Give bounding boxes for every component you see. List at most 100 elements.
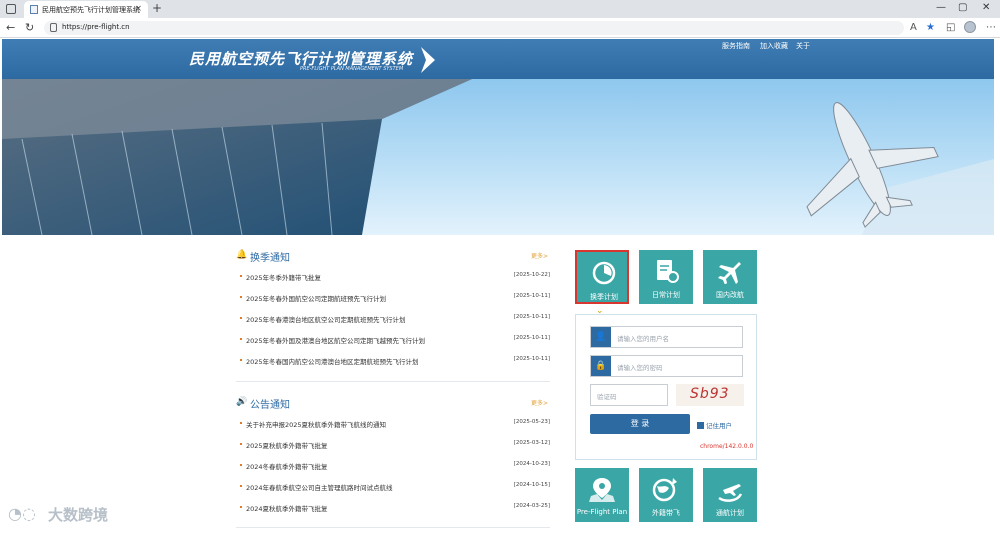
browser-version: chrome/142.0.0.0 xyxy=(700,443,754,450)
general-aviation-tile[interactable]: 通航计划 xyxy=(703,468,757,522)
new-tab-button[interactable]: + xyxy=(152,1,162,15)
lock-icon[interactable] xyxy=(50,23,57,32)
favorite-star-icon[interactable]: ★ xyxy=(926,22,935,33)
link-add-favorite[interactable]: 加入收藏 xyxy=(760,41,788,51)
list-item-date: [2025-10-11] xyxy=(513,335,550,341)
list-item-date: [2025-10-11] xyxy=(513,293,550,299)
extensions-icon[interactable]: ◱ xyxy=(946,22,955,33)
divider xyxy=(236,381,550,382)
back-icon[interactable]: ← xyxy=(6,21,15,34)
chevron-right-icon xyxy=(421,47,435,73)
captcha-image[interactable]: Sb93 xyxy=(676,384,744,406)
checkbox-icon[interactable] xyxy=(697,422,704,429)
list-item-date: [2025-10-11] xyxy=(513,356,550,362)
banner-image xyxy=(2,79,994,235)
tile-label: 日常计划 xyxy=(652,291,680,299)
link-about[interactable]: 关于 xyxy=(796,41,810,51)
tile-label: 换季计划 xyxy=(590,293,618,301)
list-item[interactable]: 关于补充申报2025夏秋航季外籍带飞航线的通知 [2025-05-23] xyxy=(240,417,550,429)
refresh-icon[interactable]: ↻ xyxy=(25,21,34,34)
list-item[interactable]: 2024夏秋航季外籍带飞批复 [2024-03-25] xyxy=(240,501,550,513)
watermark-text: 大数跨境 xyxy=(48,506,109,524)
list-item-title[interactable]: 2025年冬春港澳台地区航空公司定期航班预先飞行计划 xyxy=(246,314,406,324)
list-item[interactable]: 2024冬春航季外籍带飞批复 [2024-10-23] xyxy=(240,459,550,471)
bullet-icon xyxy=(240,296,242,298)
announcement-title: 公告通知 xyxy=(250,400,290,411)
close-window-icon[interactable]: ✕ xyxy=(982,2,990,13)
list-item-title[interactable]: 2025年冬春国内航空公司港澳台地区定期航班预先飞行计划 xyxy=(246,356,419,366)
bullet-icon xyxy=(240,506,242,508)
url-text: https://pre-flight.cn xyxy=(62,23,130,31)
bell-icon: 🔔 xyxy=(236,250,248,260)
site-subtitle: PRE-FLIGHT PLAN MANAGEMENT SYSTEM xyxy=(300,66,404,72)
minimize-icon[interactable]: — xyxy=(936,2,946,13)
bullet-icon xyxy=(240,464,242,466)
tile-label: 通航计划 xyxy=(716,509,744,517)
globe-plane-icon xyxy=(652,478,677,502)
list-item[interactable]: 2025年冬春国内航空公司港澳台地区定期航班预先飞行计划 [2025-10-11] xyxy=(240,354,550,366)
list-item-date: [2024-03-25] xyxy=(513,503,550,509)
list-item-title[interactable]: 2025年冬春外国航空公司定期航班预先飞行计划 xyxy=(246,293,386,303)
browser-tab[interactable]: 民用航空预先飞行计划管理系统 × xyxy=(24,1,148,18)
list-item-title[interactable]: 2024年春航季航空公司自主管理航路时间试点航线 xyxy=(246,482,393,492)
lock-icon: 🔒 xyxy=(591,356,611,376)
list-item[interactable]: 2025年冬春港澳台地区航空公司定期航班预先飞行计划 [2025-10-11] xyxy=(240,312,550,324)
window-menu-icon[interactable] xyxy=(6,4,16,14)
airplane-icon xyxy=(718,262,741,284)
announcement-more-link[interactable]: 更多> xyxy=(531,398,548,407)
bullet-icon xyxy=(240,359,242,361)
list-item-title[interactable]: 2024夏秋航季外籍带飞批复 xyxy=(246,503,328,513)
list-item-title[interactable]: 2025年冬季外籍带飞批复 xyxy=(246,272,321,282)
captcha-input[interactable]: 验证码 xyxy=(590,384,668,406)
map-pin-icon xyxy=(589,478,615,502)
remember-user-checkbox[interactable]: 记住用户 xyxy=(697,420,732,430)
season-notice-title: 换季通知 xyxy=(250,253,290,264)
read-aloud-icon[interactable]: A xyxy=(910,22,917,33)
document-clock-icon xyxy=(657,260,679,283)
list-item[interactable]: 2025年冬春外国航空公司定期航班预先飞行计划 [2025-10-11] xyxy=(240,291,550,303)
browser-tab-bar: 民用航空预先飞行计划管理系统 × + — ▢ ✕ xyxy=(0,0,1000,18)
pre-flight-plan-tile[interactable]: Pre-Flight Plan xyxy=(575,468,629,522)
login-button[interactable]: 登 录 xyxy=(590,414,690,434)
captcha-text: Sb93 xyxy=(690,386,730,402)
maximize-icon[interactable]: ▢ xyxy=(958,2,967,13)
profile-avatar[interactable] xyxy=(964,21,976,33)
season-more-link[interactable]: 更多> xyxy=(531,251,548,260)
address-bar: ← ↻ https://pre-flight.cn A ★ ◱ ⋯ xyxy=(0,18,1000,38)
list-item[interactable]: 2025年冬春外国及港澳台地区航空公司定期飞越预先飞行计划 [2025-10-11… xyxy=(240,333,550,345)
link-service-guide[interactable]: 服务指南 xyxy=(722,41,750,51)
remember-user-label: 记住用户 xyxy=(706,422,732,430)
tile-label: 国内改航 xyxy=(716,291,744,299)
password-placeholder: 请输入您的密码 xyxy=(617,364,663,372)
watermark-logo-icon: ◔◌ xyxy=(8,504,36,523)
list-item-title[interactable]: 2025年冬春外国及港澳台地区航空公司定期飞越预先飞行计划 xyxy=(246,335,425,345)
list-item-title[interactable]: 2024冬春航季外籍带飞批复 xyxy=(246,461,328,471)
tab-title: 民用航空预先飞行计划管理系统 xyxy=(42,6,140,14)
season-plan-tile[interactable]: 换季计划 xyxy=(575,250,629,304)
bullet-icon xyxy=(240,275,242,277)
more-menu-icon[interactable]: ⋯ xyxy=(986,22,996,33)
tile-label: Pre-Flight Plan xyxy=(576,508,628,516)
domestic-reroute-tile[interactable]: 国内改航 xyxy=(703,250,757,304)
foreign-escort-tile[interactable]: 外籍带飞 xyxy=(639,468,693,522)
list-item[interactable]: 2025年冬季外籍带飞批复 [2025-10-22] xyxy=(240,270,550,282)
list-item[interactable]: 2024年春航季航空公司自主管理航路时间试点航线 [2024-10-15] xyxy=(240,480,550,492)
bullet-icon xyxy=(240,338,242,340)
list-item-title[interactable]: 关于补充申报2025夏秋航季外籍带飞航线的通知 xyxy=(246,419,386,429)
list-item-title[interactable]: 2025夏秋航季外籍带飞批复 xyxy=(246,440,328,450)
season-notice-header: 🔔 换季通知 更多> xyxy=(236,248,548,264)
user-icon: 👤 xyxy=(591,327,611,347)
username-field[interactable]: 👤 请输入您的用户名 xyxy=(590,326,743,348)
page-favicon-icon xyxy=(30,5,38,14)
pie-chart-icon xyxy=(592,261,616,285)
url-field[interactable]: https://pre-flight.cn xyxy=(44,21,904,35)
daily-plan-tile[interactable]: 日常计划 xyxy=(639,250,693,304)
list-item[interactable]: 2025夏秋航季外籍带飞批复 [2025-03-12] xyxy=(240,438,550,450)
speaker-icon: 🔊 xyxy=(236,397,248,407)
tab-close-icon[interactable]: × xyxy=(134,4,142,14)
password-field[interactable]: 🔒 请输入您的密码 xyxy=(590,355,743,377)
bullet-icon xyxy=(240,485,242,487)
divider xyxy=(236,527,550,528)
list-item-date: [2024-10-15] xyxy=(513,482,550,488)
username-placeholder: 请输入您的用户名 xyxy=(617,335,669,343)
